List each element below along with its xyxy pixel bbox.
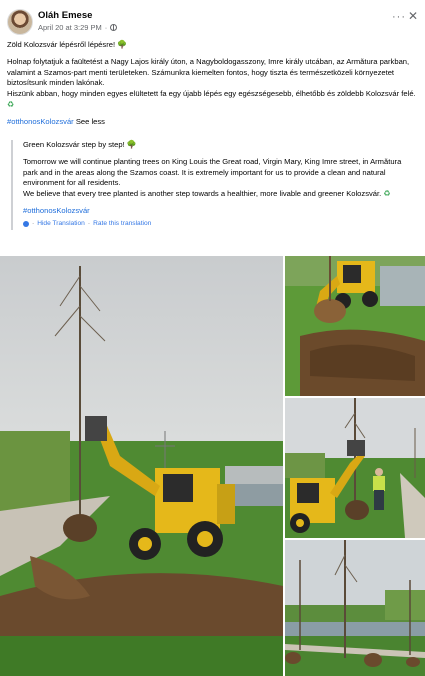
photo-top-right[interactable] [285, 256, 425, 396]
rate-translation-link[interactable]: Rate this translation [93, 219, 151, 230]
original-title: Zöld Kolozsvár lépésről lépésre! 🌳 [7, 40, 419, 51]
photo-main-image [0, 256, 283, 676]
recycle-icon: ♻ [7, 99, 15, 109]
close-icon[interactable]: ✕ [408, 9, 418, 23]
recycle-icon: ♻ [383, 189, 391, 199]
translation-footer: · Hide Translation · Rate this translati… [23, 219, 416, 230]
footer-dot: · [32, 219, 35, 227]
see-less-link[interactable]: See less [76, 117, 105, 126]
photo-top-right-image [285, 256, 425, 396]
tree-icon: 🌳 [117, 40, 128, 49]
photo-bottom-right[interactable] [285, 540, 425, 676]
translate-icon [23, 221, 29, 228]
photo-bottom-right-image [285, 540, 425, 676]
post-text: Zöld Kolozsvár lépésről lépésre! 🌳 Holna… [7, 40, 419, 128]
post-header: Oláh Emese April 20 at 3:29 PM · ··· ✕ [7, 9, 418, 35]
hide-translation-link[interactable]: Hide Translation [37, 219, 85, 230]
translation-hashtag[interactable]: #otthonosKolozsvár [23, 206, 416, 217]
translation-body: Tomorrow we will continue planting trees… [23, 157, 416, 200]
post-meta: April 20 at 3:29 PM · [38, 23, 118, 32]
post-date[interactable]: April 20 at 3:29 PM [38, 23, 102, 32]
more-options-icon[interactable]: ··· [392, 11, 406, 23]
photo-middle-right[interactable] [285, 398, 425, 538]
original-title-text: Zöld Kolozsvár lépésről lépésre! [7, 40, 116, 49]
author-name[interactable]: Oláh Emese [38, 10, 92, 21]
original-footer: #otthonosKolozsvár See less [7, 117, 419, 128]
translation-title-text: Green Kolozsvár step by step! [23, 140, 125, 149]
tree-icon: 🌳 [126, 140, 137, 149]
avatar[interactable] [7, 9, 33, 35]
original-body: Holnap folytatjuk a faültetést a Nagy La… [7, 57, 419, 111]
photo-main[interactable] [0, 256, 283, 676]
globe-icon [110, 24, 118, 31]
meta-dot: · [104, 23, 108, 32]
translation-block: Green Kolozsvár step by step! 🌳 Tomorrow… [11, 140, 416, 230]
photo-middle-right-image [285, 398, 425, 538]
translation-body-text: Tomorrow we will continue planting trees… [23, 156, 402, 199]
footer-dot: · [87, 219, 91, 227]
hashtag-link[interactable]: #otthonosKolozsvár [7, 117, 74, 126]
original-body-text: Holnap folytatjuk a faültetést a Nagy La… [7, 56, 416, 99]
translation-title: Green Kolozsvár step by step! 🌳 [23, 140, 416, 151]
